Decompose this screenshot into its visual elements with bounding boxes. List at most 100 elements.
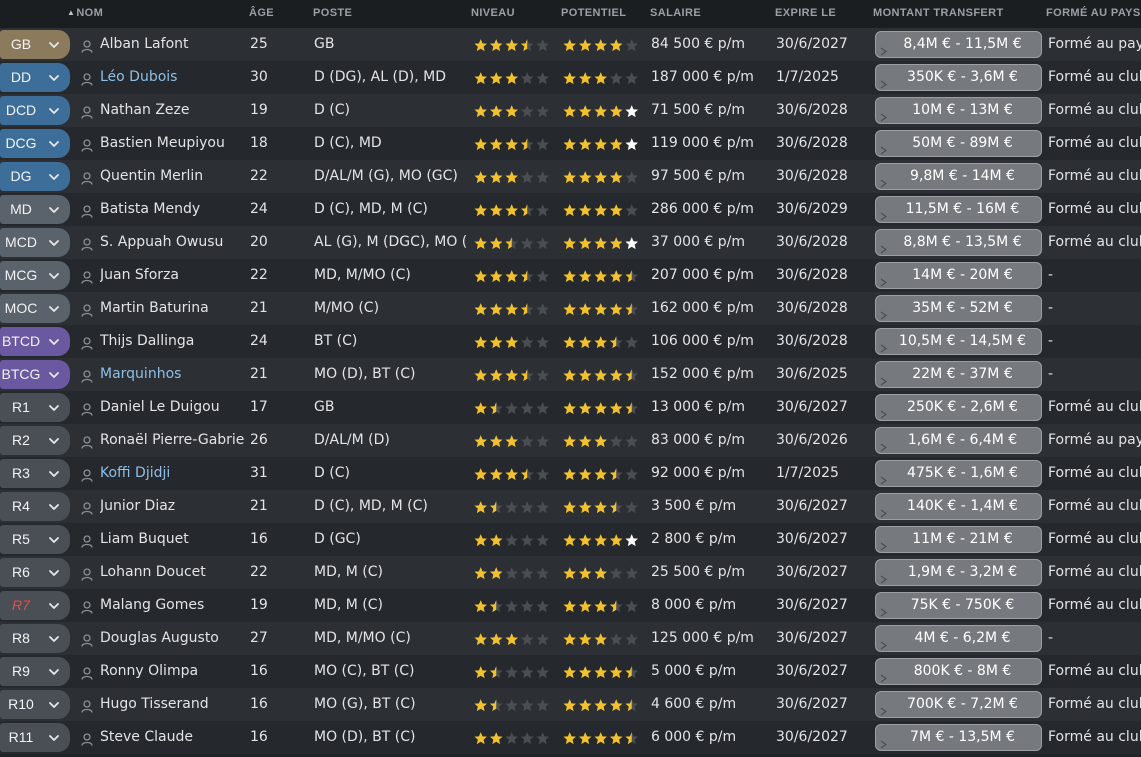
transfer-value-box[interactable]: 75K € - 750K € — [875, 592, 1042, 619]
transfer-value-box[interactable]: 11M € - 21M € — [875, 526, 1042, 553]
column-header-trained[interactable]: FORMÉ AU PAYS — [1046, 7, 1141, 19]
homegrown-status: Formé au club — [1048, 663, 1141, 679]
position-selector[interactable]: R3 — [0, 459, 70, 488]
position-selector[interactable]: R8 — [0, 624, 70, 653]
position-selector[interactable]: MOC — [0, 294, 70, 323]
position-selector[interactable]: R6 — [0, 558, 70, 587]
table-row[interactable]: DG Quentin Merlin 22 D/AL/M (G), MO (GC) 97 … — [0, 160, 1141, 193]
column-header-current-ability[interactable]: NIVEAU — [471, 7, 515, 19]
position-selector[interactable]: DD — [0, 63, 70, 92]
star-icon — [474, 303, 487, 316]
transfer-value-box[interactable]: 4M € - 6,2M € — [875, 625, 1042, 652]
table-row[interactable]: R3 Koffi Djidji 31 D (C) 92 000 € p/m 1/7/202… — [0, 457, 1141, 490]
column-header-age[interactable]: ÂGE — [249, 7, 274, 19]
current-ability-stars — [474, 367, 554, 383]
transfer-value-box[interactable]: 35M € - 52M € — [875, 295, 1042, 322]
player-icon — [81, 467, 93, 482]
transfer-value-box[interactable]: 10,5M € - 14,5M € — [875, 328, 1042, 355]
table-row[interactable]: MOC Martin Baturina 21 M/MO (C) 162 000 € p/… — [0, 292, 1141, 325]
player-name[interactable]: Marquinhos — [100, 358, 245, 391]
table-row[interactable]: R4 Junior Diaz 21 D (C), MD, M (C) 3 500 € p… — [0, 490, 1141, 523]
position-selector-label: DD — [10, 69, 32, 85]
position-selector[interactable]: R5 — [0, 525, 70, 554]
position-selector[interactable]: MCD — [0, 228, 70, 257]
table-row[interactable]: MCG Juan Sforza 22 MD, M/MO (C) 207 000 € p/… — [0, 259, 1141, 292]
position-selector[interactable]: R4 — [0, 492, 70, 521]
position-selector[interactable]: DCD — [0, 96, 70, 125]
position-selector[interactable]: R2 — [0, 426, 70, 455]
position-selector[interactable]: DG — [0, 162, 70, 191]
table-row[interactable]: DCD Nathan Zeze 19 D (C) 71 500 € p/m 30/6/20… — [0, 94, 1141, 127]
position-selector[interactable]: R1 — [0, 393, 70, 422]
table-row[interactable]: BTCG Marquinhos 21 MO (D), BT (C) 152 000 € … — [0, 358, 1141, 391]
star-empty-icon — [505, 501, 518, 514]
star-icon — [625, 534, 638, 547]
transfer-value-box[interactable]: 8,8M € - 13,5M € — [875, 229, 1042, 256]
transfer-value-box[interactable]: 50M € - 89M € — [875, 130, 1042, 157]
table-row[interactable]: R1 Daniel Le Duigou 17 GB 13 000 € p/m 30/6/2… — [0, 391, 1141, 424]
table-row[interactable]: GB Alban Lafont 25 GB 84 500 € p/m 30/6/2027 8… — [0, 28, 1141, 61]
table-row[interactable]: R2 Ronaël Pierre-Gabriel 26 D/AL/M (D) 83 00… — [0, 424, 1141, 457]
transfer-value-box[interactable]: 22M € - 37M € — [875, 361, 1042, 388]
transfer-value-box[interactable]: 700K € - 7,2M € — [875, 691, 1042, 718]
position-selector[interactable]: R9 — [0, 657, 70, 686]
player-icon — [81, 368, 93, 383]
transfer-value: 7M € - 13,5M € — [910, 729, 1015, 745]
player-icon — [81, 533, 93, 548]
column-header-potential-ability[interactable]: POTENTIEL — [561, 7, 626, 19]
transfer-value-box[interactable]: 8,4M € - 11,5M € — [875, 31, 1042, 58]
transfer-value-box[interactable]: 475K € - 1,6M € — [875, 460, 1042, 487]
player-positions: MD, M (C) — [314, 597, 383, 613]
position-selector[interactable]: DCG — [0, 129, 70, 158]
transfer-value-box[interactable]: 10M € - 13M € — [875, 97, 1042, 124]
star-icon — [489, 435, 503, 448]
table-row[interactable]: MD Batista Mendy 24 D (C), MD, M (C) 286 000… — [0, 193, 1141, 226]
table-row[interactable]: DCG Bastien Meupiyou 18 D (C), MD 119 000 € … — [0, 127, 1141, 160]
star-empty-icon — [505, 600, 518, 613]
player-name[interactable]: Koffi Djidji — [100, 457, 245, 490]
star-icon — [489, 270, 503, 283]
column-header-transfer-value[interactable]: MONTANT TRANSFERT — [873, 7, 1004, 19]
table-row[interactable]: R11 Steve Claude 16 MO (D), BT (C) 6 000 € p… — [0, 721, 1141, 754]
transfer-value-box[interactable]: 9,8M € - 14M € — [875, 163, 1042, 190]
table-row[interactable]: R7 Malang Gomes 19 MD, M (C) 8 000 € p/m 30/6… — [0, 589, 1141, 622]
transfer-value-box[interactable]: 1,9M € - 3,2M € — [875, 559, 1042, 586]
position-selector[interactable]: GB — [0, 30, 70, 59]
table-row[interactable]: R9 Ronny Olimpa 16 MO (C), BT (C) 5 000 € p/… — [0, 655, 1141, 688]
transfer-value-box[interactable]: 11,5M € - 16M € — [875, 196, 1042, 223]
table-row[interactable]: R6 Lohann Doucet 22 MD, M (C) 25 500 € p/m 30… — [0, 556, 1141, 589]
star-empty-icon — [520, 666, 534, 679]
star-icon — [474, 699, 487, 712]
column-header-expires[interactable]: EXPIRE LE — [775, 7, 836, 19]
transfer-value-box[interactable]: 800K € - 8M € — [875, 658, 1042, 685]
position-selector[interactable]: R10 — [0, 690, 70, 719]
table-row[interactable]: R5 Liam Buquet 16 D (GC) 2 800 € p/m 30/6/202… — [0, 523, 1141, 556]
table-row[interactable]: R8 Douglas Augusto 27 MD, M/MO (C) 125 000 €… — [0, 622, 1141, 655]
current-ability-stars — [474, 334, 554, 350]
column-header-position[interactable]: POSTE — [313, 7, 352, 19]
star-icon — [625, 105, 638, 118]
player-wage: 125 000 € p/m — [651, 630, 754, 646]
table-row[interactable]: BTCD Thijs Dallinga 24 BT (C) 106 000 € p/m 3… — [0, 325, 1141, 358]
transfer-value-box[interactable]: 250K € - 2,6M € — [875, 394, 1042, 421]
star-icon — [563, 336, 576, 349]
column-header-name[interactable]: ▲NOM — [67, 7, 103, 19]
current-ability-stars — [474, 301, 554, 317]
transfer-value-box[interactable]: 140K € - 1,4M € — [875, 493, 1042, 520]
transfer-value-box[interactable]: 1,6M € - 6,4M € — [875, 427, 1042, 454]
position-selector[interactable]: BTCD — [0, 327, 70, 356]
position-selector[interactable]: MD — [0, 195, 70, 224]
transfer-value-box[interactable]: 350K € - 3,6M € — [875, 64, 1042, 91]
transfer-value-box[interactable]: 14M € - 20M € — [875, 262, 1042, 289]
table-row[interactable]: R10 Hugo Tisserand 16 MO (G), BT (C) 4 600 €… — [0, 688, 1141, 721]
player-age: 24 — [250, 333, 268, 349]
position-selector[interactable]: R7 — [0, 591, 70, 620]
position-selector[interactable]: R11 — [0, 723, 70, 752]
column-header-wage[interactable]: SALAIRE — [650, 7, 701, 19]
table-row[interactable]: DD Léo Dubois 30 D (DG), AL (D), MD 187 000 … — [0, 61, 1141, 94]
position-selector[interactable]: BTCG — [0, 360, 70, 389]
player-name[interactable]: Léo Dubois — [100, 61, 245, 94]
transfer-value-box[interactable]: 7M € - 13,5M € — [875, 724, 1042, 751]
position-selector[interactable]: MCG — [0, 261, 70, 290]
table-row[interactable]: MCD S. Appuah Owusu 20 AL (G), M (DGC), MO … — [0, 226, 1141, 259]
